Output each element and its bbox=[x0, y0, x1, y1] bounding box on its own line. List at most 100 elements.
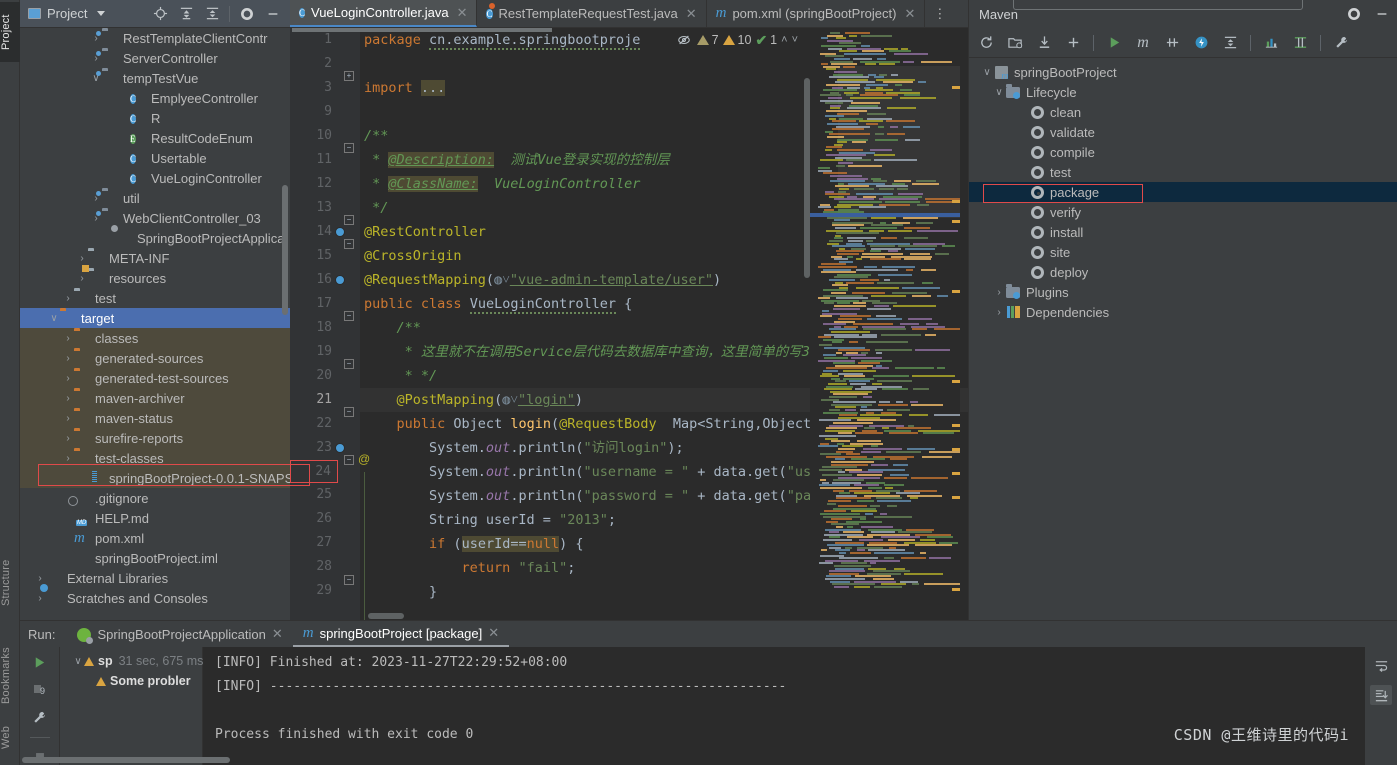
tree-expand-arrow[interactable]: › bbox=[62, 293, 74, 304]
run-tree-row[interactable]: › Some probler bbox=[60, 671, 202, 691]
project-tree-row[interactable]: › springBootProject-0.0.1-SNAPSHO bbox=[20, 468, 290, 488]
project-tree-row[interactable]: ›E ResultCodeEnum bbox=[20, 128, 290, 148]
fold-javadoc2-end-icon[interactable]: − bbox=[344, 407, 354, 417]
tree-expand-arrow[interactable]: › bbox=[62, 453, 74, 464]
tree-expand-arrow[interactable]: › bbox=[1017, 167, 1029, 178]
tree-expand-arrow[interactable]: › bbox=[62, 433, 74, 444]
warning-count-group[interactable]: 10 bbox=[722, 33, 751, 47]
threads-icon[interactable] bbox=[1291, 34, 1309, 52]
tree-expand-arrow[interactable]: › bbox=[118, 133, 130, 144]
project-tree-row[interactable]: › resources bbox=[20, 268, 290, 288]
tool-tab-web[interactable]: Web bbox=[0, 716, 20, 758]
profiler-icon[interactable] bbox=[1262, 34, 1280, 52]
maven-tree-row[interactable]: › package bbox=[969, 182, 1397, 202]
project-tree-row[interactable]: › WebClientController_03 bbox=[20, 208, 290, 228]
tree-expand-arrow[interactable]: › bbox=[1017, 187, 1029, 198]
tree-expand-arrow[interactable]: › bbox=[34, 593, 46, 604]
inspection-widget[interactable]: 7 10 ✔ 1 ˄ ˅ bbox=[675, 31, 798, 49]
minimap-warning-stripe[interactable] bbox=[952, 290, 960, 293]
editor-tab[interactable]: m pom.xml (springBootProject) ✕ bbox=[707, 0, 926, 27]
code-minimap[interactable] bbox=[810, 28, 960, 620]
project-tree-row[interactable]: ›C VueLoginController bbox=[20, 168, 290, 188]
search-everywhere-popup[interactable] bbox=[1013, 0, 1303, 10]
maven-tree-row[interactable]: › site bbox=[969, 242, 1397, 262]
code-editor[interactable]: 1 2 3 9 10 11 12 13 14 15 16 17 18 19 20 21 22 23 24 25 26 27… bbox=[290, 28, 968, 620]
tree-expand-arrow[interactable]: › bbox=[76, 473, 88, 484]
maven-tree-row[interactable]: › Plugins bbox=[969, 282, 1397, 302]
rerun-failed-icon[interactable]: 9 bbox=[31, 682, 49, 698]
hide-panel-icon[interactable] bbox=[1373, 5, 1391, 23]
settings-wrench-icon[interactable] bbox=[31, 710, 49, 725]
project-tree-row[interactable]: ›C EmplyeeController bbox=[20, 88, 290, 108]
tree-expand-arrow[interactable]: › bbox=[62, 553, 74, 564]
run-app-gutter-icon[interactable] bbox=[342, 283, 356, 297]
project-tree-row[interactable]: › generated-test-sources bbox=[20, 368, 290, 388]
tree-expand-arrow[interactable]: › bbox=[1017, 127, 1029, 138]
weak-warning-count-group[interactable]: 7 bbox=[696, 33, 719, 47]
maven-tree-row[interactable]: › validate bbox=[969, 122, 1397, 142]
tree-expand-arrow[interactable]: ∨ bbox=[981, 67, 993, 78]
expand-all-icon[interactable] bbox=[177, 5, 195, 23]
maven-tree-row[interactable]: › test bbox=[969, 162, 1397, 182]
tree-expand-arrow[interactable]: ∨ bbox=[993, 87, 1005, 98]
tool-tab-project[interactable]: Project bbox=[0, 2, 20, 62]
project-tree-row[interactable]: ›.gitignore bbox=[20, 488, 290, 508]
close-icon[interactable]: ✕ bbox=[488, 625, 499, 641]
run-tab[interactable]: m springBootProject [package] ✕ bbox=[292, 621, 510, 647]
skip-tests-icon[interactable] bbox=[1163, 34, 1181, 52]
editor-vertical-scrollbar[interactable] bbox=[804, 78, 810, 278]
fold-if-icon[interactable]: − bbox=[344, 575, 354, 585]
maven-tree-row[interactable]: › deploy bbox=[969, 262, 1397, 282]
close-icon[interactable]: ✕ bbox=[272, 626, 283, 642]
project-tree-row[interactable]: › ServerController bbox=[20, 48, 290, 68]
project-tree-row[interactable]: ›MD HELP.md bbox=[20, 508, 290, 528]
close-icon[interactable]: ✕ bbox=[457, 5, 468, 21]
tree-expand-arrow[interactable]: › bbox=[118, 93, 130, 104]
settings-gear-icon[interactable] bbox=[238, 5, 256, 23]
project-tree-row[interactable]: › test-classes bbox=[20, 448, 290, 468]
project-tree-scrollbar[interactable] bbox=[282, 185, 288, 315]
fold-javadoc-end-icon[interactable]: − bbox=[344, 215, 354, 225]
tree-expand-arrow[interactable]: › bbox=[118, 153, 130, 164]
run-class-gutter-icon[interactable] bbox=[342, 235, 356, 249]
project-tree-row[interactable]: › test bbox=[20, 288, 290, 308]
previous-problem-icon[interactable]: ˄ bbox=[781, 34, 787, 46]
collapse-all-icon[interactable] bbox=[203, 5, 221, 23]
locate-icon[interactable] bbox=[151, 5, 169, 23]
maven-tree-row[interactable]: › Dependencies bbox=[969, 302, 1397, 322]
minimap-warning-stripe[interactable] bbox=[952, 588, 960, 591]
project-tree-row[interactable]: › surefire-reports bbox=[20, 428, 290, 448]
tree-expand-arrow[interactable]: › bbox=[62, 533, 74, 544]
fold-import-icon[interactable]: + bbox=[344, 71, 354, 81]
add-module-icon[interactable] bbox=[1006, 34, 1024, 52]
tree-expand-arrow[interactable]: › bbox=[104, 233, 116, 244]
maven-tree-row[interactable]: › compile bbox=[969, 142, 1397, 162]
maven-tree[interactable]: ∨ springBootProject ∨ Lifecycle › clean › valid… bbox=[969, 58, 1397, 322]
tree-expand-arrow[interactable]: › bbox=[62, 353, 74, 364]
rerun-play-icon[interactable] bbox=[31, 655, 49, 670]
project-tree-row[interactable]: › generated-sources bbox=[20, 348, 290, 368]
hide-panel-icon[interactable] bbox=[264, 5, 282, 23]
minimap-warning-stripe[interactable] bbox=[952, 380, 960, 383]
collapse-icon[interactable] bbox=[1221, 34, 1239, 52]
tree-expand-arrow[interactable]: › bbox=[62, 373, 74, 384]
tool-tab-bookmarks[interactable]: Bookmarks bbox=[0, 640, 20, 712]
tree-expand-arrow[interactable]: › bbox=[1017, 107, 1029, 118]
add-icon[interactable] bbox=[1064, 34, 1082, 52]
tree-expand-arrow[interactable]: › bbox=[84, 676, 96, 687]
fold-requestmapping-icon[interactable]: − bbox=[344, 311, 354, 321]
project-tree-row[interactable]: › util bbox=[20, 188, 290, 208]
maven-tree-row[interactable]: › verify bbox=[969, 202, 1397, 222]
settings-wrench-icon[interactable] bbox=[1332, 34, 1350, 52]
editor-horizontal-scrollbar[interactable] bbox=[368, 613, 404, 619]
run-icon[interactable] bbox=[1105, 34, 1123, 52]
eye-crossed-icon[interactable] bbox=[675, 31, 693, 49]
project-tree-row[interactable]: › classes bbox=[20, 328, 290, 348]
minimap-warning-stripe[interactable] bbox=[952, 200, 960, 203]
code-folding-column[interactable]: + − − − − − − − − − bbox=[338, 28, 360, 620]
project-tree-row[interactable]: ›C Usertable bbox=[20, 148, 290, 168]
tree-expand-arrow[interactable]: › bbox=[1017, 227, 1029, 238]
chevron-down-icon[interactable] bbox=[97, 11, 106, 16]
tree-expand-arrow[interactable]: ∨ bbox=[48, 313, 60, 324]
project-tree-row[interactable]: › maven-status bbox=[20, 408, 290, 428]
